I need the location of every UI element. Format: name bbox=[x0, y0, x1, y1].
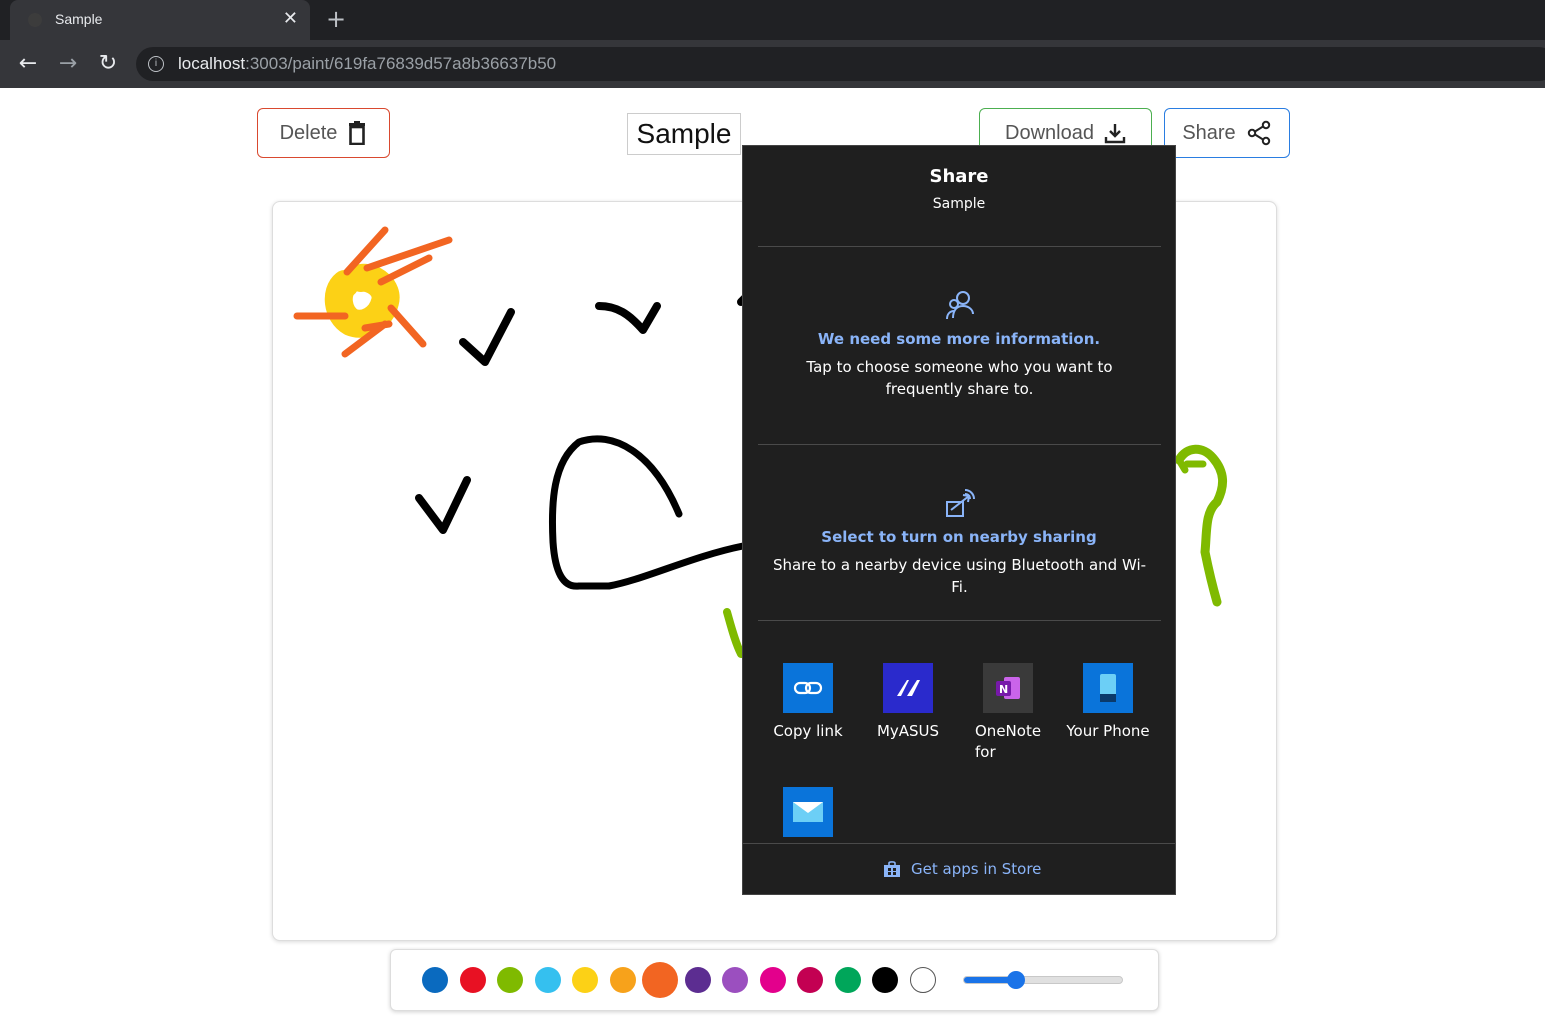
share-footer: Get apps in Store bbox=[743, 843, 1175, 895]
nearby-sharing-text: Share to a nearby device using Bluetooth… bbox=[772, 556, 1147, 596]
onenote-icon: N bbox=[983, 663, 1033, 713]
divider bbox=[758, 444, 1161, 445]
app-copy-link[interactable]: Copy link bbox=[763, 663, 853, 742]
browser-tabstrip: Sample ✕ + bbox=[0, 0, 1545, 40]
get-apps-store-link[interactable]: Get apps in Store bbox=[883, 860, 1041, 878]
myasus-icon bbox=[883, 663, 933, 713]
color-swatch[interactable] bbox=[642, 962, 678, 998]
color-palette bbox=[390, 949, 1159, 1011]
color-swatch[interactable] bbox=[459, 967, 486, 993]
app-myasus[interactable]: MyASUS bbox=[863, 663, 953, 742]
app-mail[interactable] bbox=[763, 787, 853, 837]
share-subtitle: Sample bbox=[932, 196, 986, 212]
app-your-phone[interactable]: Your Phone bbox=[1063, 663, 1153, 742]
share-label: Share bbox=[1182, 121, 1236, 144]
delete-label: Delete bbox=[279, 121, 338, 144]
svg-text:N: N bbox=[999, 683, 1008, 696]
color-swatch[interactable] bbox=[684, 967, 711, 993]
store-icon bbox=[884, 861, 900, 877]
nearby-sharing-icon bbox=[946, 489, 975, 517]
drawing-title-input[interactable]: Sample bbox=[627, 113, 741, 155]
color-swatch[interactable] bbox=[909, 967, 936, 993]
color-swatch[interactable] bbox=[497, 967, 523, 993]
color-swatch[interactable] bbox=[872, 967, 898, 993]
people-icon bbox=[946, 291, 974, 320]
color-swatch[interactable] bbox=[572, 967, 598, 993]
browser-toolbar: ← → ↻ i localhost:3003/paint/619fa76839d… bbox=[0, 40, 1545, 88]
reload-icon[interactable]: ↻ bbox=[94, 50, 122, 78]
close-tab-icon[interactable]: ✕ bbox=[283, 8, 298, 29]
color-swatch[interactable] bbox=[609, 967, 636, 993]
share-title: Share bbox=[929, 166, 989, 187]
color-swatch[interactable] bbox=[834, 967, 861, 993]
delete-button[interactable]: Delete bbox=[257, 108, 390, 158]
app-onenote[interactable]: N OneNote for Windo bbox=[963, 663, 1053, 763]
address-bar[interactable]: i localhost:3003/paint/619fa76839d57a8b3… bbox=[136, 47, 1545, 81]
url-text: localhost:3003/paint/619fa76839d57a8b366… bbox=[178, 54, 557, 73]
new-tab-icon[interactable]: + bbox=[326, 5, 346, 33]
download-label: Download bbox=[1005, 121, 1094, 144]
download-icon bbox=[1104, 124, 1126, 144]
share-icon bbox=[1247, 120, 1270, 146]
forward-icon[interactable]: → bbox=[54, 50, 82, 78]
favicon-icon bbox=[28, 13, 42, 27]
info-icon[interactable]: i bbox=[148, 56, 164, 72]
tab-title: Sample bbox=[55, 11, 103, 27]
brush-size-slider[interactable] bbox=[963, 971, 1123, 989]
mail-icon bbox=[783, 787, 833, 837]
color-swatch[interactable] bbox=[797, 967, 823, 993]
divider bbox=[758, 620, 1161, 621]
back-icon[interactable]: ← bbox=[14, 50, 42, 78]
color-swatch[interactable] bbox=[722, 967, 748, 993]
more-info-text: Tap to choose someone who you want to fr… bbox=[806, 358, 1113, 398]
trash-icon bbox=[349, 121, 366, 145]
your-phone-icon bbox=[1083, 663, 1133, 713]
divider bbox=[758, 246, 1161, 247]
copy-link-icon bbox=[783, 663, 833, 713]
color-swatch[interactable] bbox=[759, 967, 786, 993]
more-info-link[interactable]: We need some more information. bbox=[743, 330, 1175, 348]
color-swatch[interactable] bbox=[534, 967, 561, 993]
nearby-sharing-link[interactable]: Select to turn on nearby sharing bbox=[743, 528, 1175, 546]
color-swatch[interactable] bbox=[422, 967, 448, 993]
share-flyout: Share Sample We need some more informati… bbox=[742, 145, 1176, 895]
brush-size-thumb[interactable] bbox=[1007, 971, 1026, 989]
share-button[interactable]: Share bbox=[1164, 108, 1290, 158]
browser-tab[interactable]: Sample ✕ bbox=[10, 0, 310, 40]
